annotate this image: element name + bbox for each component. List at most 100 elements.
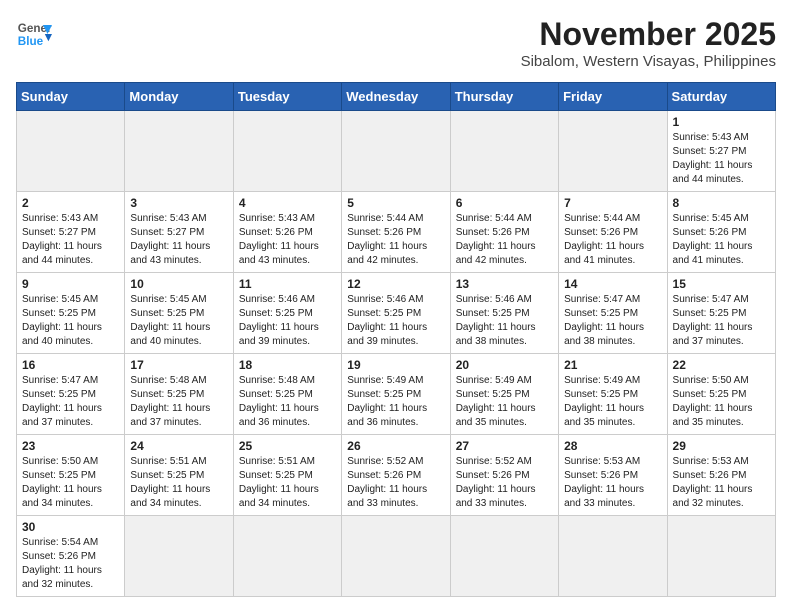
day-info: Sunrise: 5:44 AM Sunset: 5:26 PM Dayligh… [347, 212, 444, 268]
day-cell: 10 Sunrise: 5:45 AM Sunset: 5:25 PM Dayli… [125, 273, 233, 354]
day-cell: 28 Sunrise: 5:53 AM Sunset: 5:26 PM Dayli… [559, 435, 667, 516]
day-cell: 1Sunrise: 5:43 AM Sunset: 5:27 PM Daylig… [667, 111, 775, 192]
week-row-2: 2Sunrise: 5:43 AM Sunset: 5:27 PM Daylig… [17, 192, 776, 273]
day-info: Sunrise: 5:53 AM Sunset: 5:26 PM Dayligh… [564, 455, 661, 511]
day-cell [125, 111, 233, 192]
day-cell [125, 516, 233, 597]
day-info: Sunrise: 5:47 AM Sunset: 5:25 PM Dayligh… [673, 293, 770, 349]
day-cell: 29 Sunrise: 5:53 AM Sunset: 5:26 PM Dayli… [667, 435, 775, 516]
day-number: 11 [239, 277, 336, 291]
day-cell: 8 Sunrise: 5:45 AM Sunset: 5:26 PM Daylig… [667, 192, 775, 273]
day-info: Sunrise: 5:46 AM Sunset: 5:25 PM Dayligh… [239, 293, 336, 349]
day-cell [559, 111, 667, 192]
logo: General Blue [16, 16, 52, 52]
day-cell: 5 Sunrise: 5:44 AM Sunset: 5:26 PM Daylig… [342, 192, 450, 273]
day-cell: 26 Sunrise: 5:52 AM Sunset: 5:26 PM Dayli… [342, 435, 450, 516]
day-info: Sunrise: 5:53 AM Sunset: 5:26 PM Dayligh… [673, 455, 770, 511]
day-cell: 21Sunrise: 5:49 AM Sunset: 5:25 PM Dayli… [559, 354, 667, 435]
week-row-1: 1Sunrise: 5:43 AM Sunset: 5:27 PM Daylig… [17, 111, 776, 192]
day-number: 9 [22, 277, 119, 291]
day-number: 25 [239, 439, 336, 453]
day-cell: 2Sunrise: 5:43 AM Sunset: 5:27 PM Daylig… [17, 192, 125, 273]
week-row-4: 16Sunrise: 5:47 AM Sunset: 5:25 PM Dayli… [17, 354, 776, 435]
week-row-6: 30 Sunrise: 5:54 AM Sunset: 5:26 PM Dayli… [17, 516, 776, 597]
day-number: 19 [347, 358, 444, 372]
day-info: Sunrise: 5:45 AM Sunset: 5:26 PM Dayligh… [673, 212, 770, 268]
day-cell: 19 Sunrise: 5:49 AM Sunset: 5:25 PM Dayli… [342, 354, 450, 435]
day-cell: 7 Sunrise: 5:44 AM Sunset: 5:26 PM Daylig… [559, 192, 667, 273]
day-cell: 15 Sunrise: 5:47 AM Sunset: 5:25 PM Dayli… [667, 273, 775, 354]
day-number: 22 [673, 358, 770, 372]
day-number: 12 [347, 277, 444, 291]
day-info: Sunrise: 5:52 AM Sunset: 5:26 PM Dayligh… [456, 455, 553, 511]
day-info: Sunrise: 5:52 AM Sunset: 5:26 PM Dayligh… [347, 455, 444, 511]
day-number: 27 [456, 439, 553, 453]
day-number: 14 [564, 277, 661, 291]
day-cell: 14 Sunrise: 5:47 AM Sunset: 5:25 PM Dayli… [559, 273, 667, 354]
day-info: Sunrise: 5:48 AM Sunset: 5:25 PM Dayligh… [239, 374, 336, 430]
day-cell: 6 Sunrise: 5:44 AM Sunset: 5:26 PM Daylig… [450, 192, 558, 273]
month-title: November 2025 [521, 16, 776, 53]
day-cell: 4 Sunrise: 5:43 AM Sunset: 5:26 PM Daylig… [233, 192, 341, 273]
week-row-3: 9 Sunrise: 5:45 AM Sunset: 5:25 PM Daylig… [17, 273, 776, 354]
day-number: 30 [22, 520, 119, 534]
day-info: Sunrise: 5:48 AM Sunset: 5:25 PM Dayligh… [130, 374, 227, 430]
weekday-tuesday: Tuesday [233, 83, 341, 111]
location: Sibalom, Western Visayas, Philippines [521, 53, 776, 70]
day-info: Sunrise: 5:45 AM Sunset: 5:25 PM Dayligh… [22, 293, 119, 349]
day-info: Sunrise: 5:43 AM Sunset: 5:27 PM Dayligh… [673, 131, 770, 187]
title-area: November 2025 Sibalom, Western Visayas, … [521, 16, 776, 70]
day-number: 24 [130, 439, 227, 453]
day-number: 4 [239, 196, 336, 210]
day-info: Sunrise: 5:49 AM Sunset: 5:25 PM Dayligh… [347, 374, 444, 430]
day-number: 5 [347, 196, 444, 210]
day-info: Sunrise: 5:50 AM Sunset: 5:25 PM Dayligh… [673, 374, 770, 430]
day-cell: 11 Sunrise: 5:46 AM Sunset: 5:25 PM Dayli… [233, 273, 341, 354]
day-info: Sunrise: 5:44 AM Sunset: 5:26 PM Dayligh… [564, 212, 661, 268]
day-cell: 9 Sunrise: 5:45 AM Sunset: 5:25 PM Daylig… [17, 273, 125, 354]
day-number: 18 [239, 358, 336, 372]
day-info: Sunrise: 5:54 AM Sunset: 5:26 PM Dayligh… [22, 536, 119, 592]
day-cell: 12Sunrise: 5:46 AM Sunset: 5:25 PM Dayli… [342, 273, 450, 354]
day-cell: 16Sunrise: 5:47 AM Sunset: 5:25 PM Dayli… [17, 354, 125, 435]
day-info: Sunrise: 5:43 AM Sunset: 5:27 PM Dayligh… [22, 212, 119, 268]
day-number: 7 [564, 196, 661, 210]
day-cell: 20Sunrise: 5:49 AM Sunset: 5:25 PM Dayli… [450, 354, 558, 435]
day-info: Sunrise: 5:45 AM Sunset: 5:25 PM Dayligh… [130, 293, 227, 349]
day-info: Sunrise: 5:46 AM Sunset: 5:25 PM Dayligh… [456, 293, 553, 349]
day-number: 26 [347, 439, 444, 453]
day-number: 16 [22, 358, 119, 372]
day-cell [667, 516, 775, 597]
day-number: 29 [673, 439, 770, 453]
header: General Blue November 2025 Sibalom, West… [16, 16, 776, 70]
day-number: 10 [130, 277, 227, 291]
day-info: Sunrise: 5:43 AM Sunset: 5:26 PM Dayligh… [239, 212, 336, 268]
weekday-header-row: SundayMondayTuesdayWednesdayThursdayFrid… [17, 83, 776, 111]
day-info: Sunrise: 5:49 AM Sunset: 5:25 PM Dayligh… [564, 374, 661, 430]
day-number: 15 [673, 277, 770, 291]
logo-icon: General Blue [16, 16, 52, 52]
day-info: Sunrise: 5:47 AM Sunset: 5:25 PM Dayligh… [564, 293, 661, 349]
day-number: 28 [564, 439, 661, 453]
day-info: Sunrise: 5:44 AM Sunset: 5:26 PM Dayligh… [456, 212, 553, 268]
day-number: 6 [456, 196, 553, 210]
day-number: 13 [456, 277, 553, 291]
day-info: Sunrise: 5:51 AM Sunset: 5:25 PM Dayligh… [130, 455, 227, 511]
weekday-saturday: Saturday [667, 83, 775, 111]
day-cell [17, 111, 125, 192]
weekday-thursday: Thursday [450, 83, 558, 111]
day-cell: 3Sunrise: 5:43 AM Sunset: 5:27 PM Daylig… [125, 192, 233, 273]
svg-text:Blue: Blue [18, 35, 44, 48]
day-cell [233, 111, 341, 192]
weekday-wednesday: Wednesday [342, 83, 450, 111]
day-number: 8 [673, 196, 770, 210]
day-cell [233, 516, 341, 597]
day-cell: 13 Sunrise: 5:46 AM Sunset: 5:25 PM Dayli… [450, 273, 558, 354]
day-cell [342, 111, 450, 192]
day-cell [559, 516, 667, 597]
day-info: Sunrise: 5:50 AM Sunset: 5:25 PM Dayligh… [22, 455, 119, 511]
day-cell: 24 Sunrise: 5:51 AM Sunset: 5:25 PM Dayli… [125, 435, 233, 516]
day-cell: 22 Sunrise: 5:50 AM Sunset: 5:25 PM Dayli… [667, 354, 775, 435]
day-number: 23 [22, 439, 119, 453]
day-cell: 23 Sunrise: 5:50 AM Sunset: 5:25 PM Dayli… [17, 435, 125, 516]
